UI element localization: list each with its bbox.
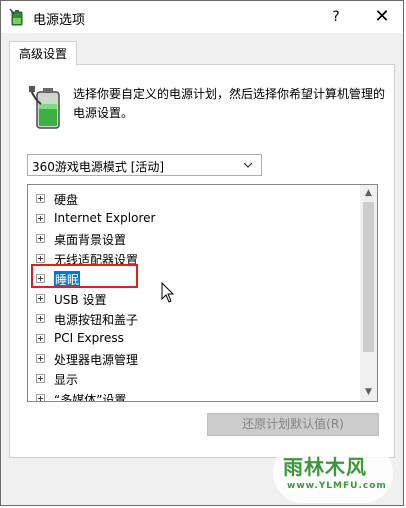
tree-item-internet-explorer[interactable]: Internet Explorer <box>36 209 356 229</box>
expand-icon[interactable] <box>36 374 45 383</box>
title-bar: 电源选项 ? ✕ <box>1 1 403 33</box>
tree-item-label: “多媒体”设置 <box>54 393 127 402</box>
expand-icon[interactable] <box>36 334 45 343</box>
tree-item-display[interactable]: 显示 <box>36 369 356 389</box>
battery-power-icon <box>9 8 23 26</box>
power-settings-tree[interactable]: 硬盘 Internet Explorer 桌面背景设置 无线适配器设置 睡眠 U… <box>27 184 378 402</box>
expand-icon[interactable] <box>36 194 45 203</box>
tree-item-label: 桌面背景设置 <box>54 233 127 247</box>
scroll-down-arrow-icon[interactable]: ▼ <box>360 384 377 401</box>
expand-icon[interactable] <box>36 294 45 303</box>
tab-advanced-settings[interactable]: 高级设置 <box>9 41 77 66</box>
help-button[interactable]: ? <box>317 1 355 33</box>
tree-item-multimedia[interactable]: “多媒体”设置 <box>36 389 356 402</box>
tree-item-hard-disk[interactable]: 硬盘 <box>36 189 356 209</box>
tree-item-label: 处理器电源管理 <box>54 353 139 367</box>
power-plan-select[interactable]: 360游戏电源模式 [活动] <box>27 154 262 176</box>
expand-icon[interactable] <box>36 354 45 363</box>
expand-icon[interactable] <box>36 314 45 323</box>
expand-icon[interactable] <box>36 394 45 401</box>
close-button[interactable]: ✕ <box>361 1 403 33</box>
expand-icon[interactable] <box>36 234 45 243</box>
tree-item-label: PCI Express <box>54 331 124 345</box>
site-watermark-logo: 雨林木风 www.YLMFU.com <box>269 441 401 505</box>
tree-item-pci-express[interactable]: PCI Express <box>36 329 356 349</box>
plan-description: 选择你要自定义的电源计划，然后选择你希望计算机管理的电源设置。 <box>73 87 386 120</box>
expand-icon[interactable] <box>36 254 45 263</box>
power-options-window: 电源选项 ? ✕ 高级设置 选择你要自定义的电源计划，然后选择你希望计算机管理的… <box>0 0 404 506</box>
tree-item-usb-settings[interactable]: USB 设置 <box>36 289 356 309</box>
chevron-down-icon <box>243 162 253 168</box>
tree-item-label: 显示 <box>54 373 79 387</box>
expand-icon[interactable] <box>36 214 45 223</box>
watermark-title: 雨林木风 <box>283 455 367 479</box>
window-title: 电源选项 <box>33 13 86 28</box>
mouse-cursor-icon <box>161 282 175 303</box>
tree-item-label: 电源按钮和盖子 <box>54 313 139 327</box>
tree-item-label: Internet Explorer <box>54 211 156 225</box>
tree-item-processor-power[interactable]: 处理器电源管理 <box>36 349 356 369</box>
restore-plan-defaults-button[interactable]: 还原计划默认值(R) <box>207 413 379 436</box>
scroll-thumb[interactable] <box>363 202 374 352</box>
annotation-highlight-box <box>31 264 138 288</box>
watermark-url: www.YLMFU.com <box>287 481 387 491</box>
battery-plan-icon <box>29 86 60 129</box>
vertical-scrollbar[interactable]: ▲ ▼ <box>360 185 377 401</box>
tree-item-desktop-background[interactable]: 桌面背景设置 <box>36 229 356 249</box>
tree-item-label: USB 设置 <box>54 293 107 307</box>
power-plan-select-value: 360游戏电源模式 [活动] <box>32 160 165 174</box>
tree-item-label: 硬盘 <box>54 193 79 207</box>
tree-item-power-buttons-lid[interactable]: 电源按钮和盖子 <box>36 309 356 329</box>
scroll-up-arrow-icon[interactable]: ▲ <box>360 185 377 202</box>
